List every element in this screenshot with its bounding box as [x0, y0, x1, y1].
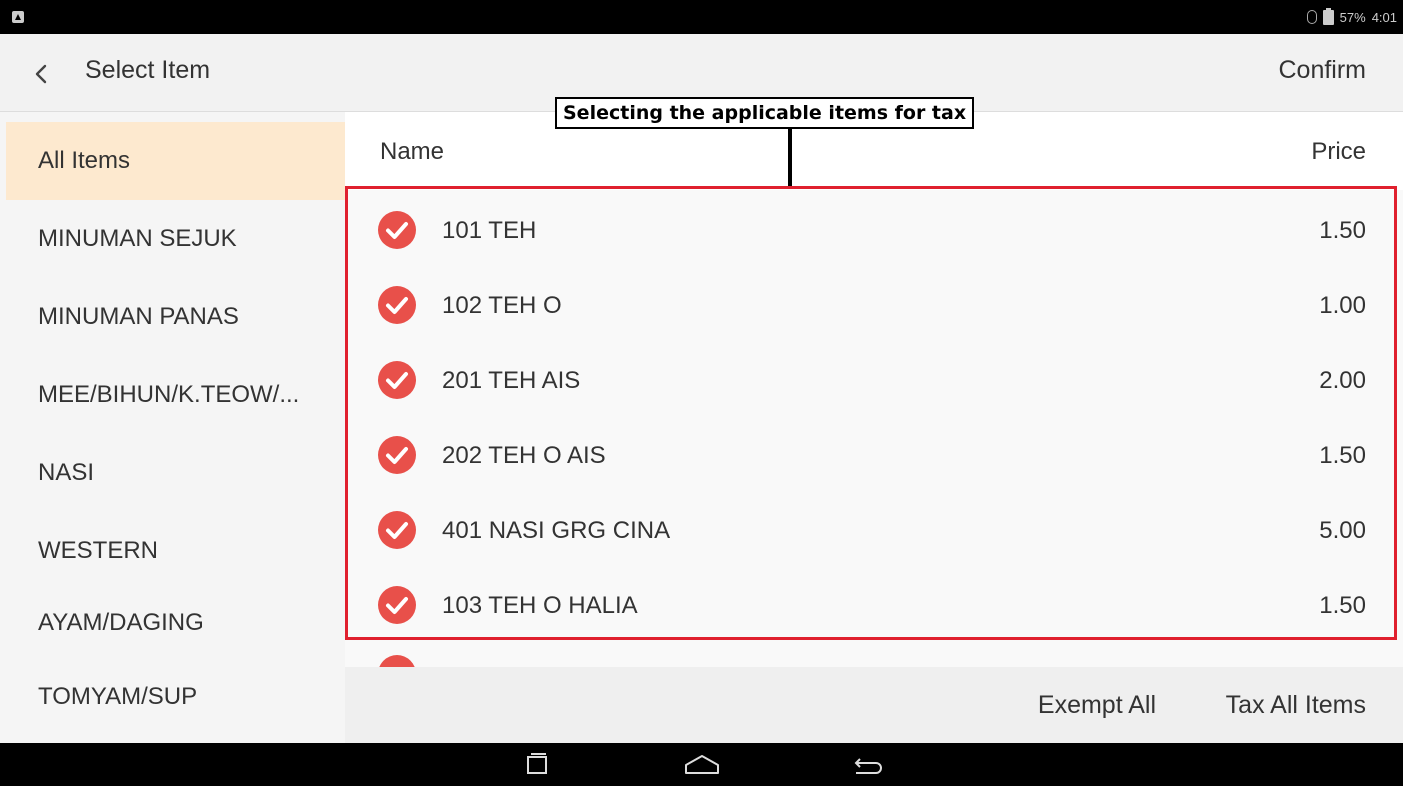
notification-icon	[12, 11, 24, 23]
battery-percent: 57%	[1339, 9, 1366, 25]
list-item[interactable]: 202 TEH O AIS 1.50	[345, 420, 1403, 495]
back-chevron-icon[interactable]	[30, 63, 52, 85]
checked-circle-icon[interactable]	[378, 286, 416, 324]
confirm-button[interactable]: Confirm	[1278, 56, 1366, 85]
sidebar-item-mee-bihun[interactable]: MEE/BIHUN/K.TEOW/...	[0, 356, 345, 434]
back-nav-icon[interactable]	[846, 751, 886, 779]
name-column-header: Name	[380, 138, 445, 165]
item-name: 401 NASI GRG CINA	[442, 517, 671, 544]
item-list[interactable]: 101 TEH 1.50 102 TEH O 1.00 201 TEH AIS …	[345, 190, 1403, 667]
list-item[interactable]: 102 TEH O 1.00	[345, 270, 1403, 345]
sidebar-item-nasi[interactable]: NASI	[0, 434, 345, 512]
item-name: 201 TEH AIS	[442, 367, 581, 394]
sidebar-item-minuman-sejuk[interactable]: MINUMAN SEJUK	[0, 200, 345, 278]
checked-circle-icon[interactable]	[378, 655, 416, 667]
bluetooth-icon	[1306, 10, 1317, 24]
sidebar-item-ayam-daging[interactable]: AYAM/DAGING	[0, 584, 345, 662]
item-price: 1.50	[1319, 217, 1366, 244]
recent-apps-icon[interactable]	[517, 751, 557, 779]
exempt-all-button[interactable]: Exempt All	[1038, 691, 1156, 720]
checked-circle-icon[interactable]	[378, 211, 416, 249]
item-price: 1.50	[1319, 592, 1366, 619]
bulk-action-bar: Exempt All Tax All Items	[345, 667, 1403, 743]
status-right: 57% 4:01	[1306, 7, 1397, 26]
checked-circle-icon[interactable]	[378, 586, 416, 624]
navigation-bar	[0, 743, 1403, 786]
checked-circle-icon[interactable]	[378, 436, 416, 474]
sidebar-item-tomyam-sup[interactable]: TOMYAM/SUP	[0, 658, 345, 736]
clock: 4:01	[1371, 9, 1397, 25]
sidebar-item-minuman-panas[interactable]: MINUMAN PANAS	[0, 278, 345, 356]
item-name: 202 TEH O AIS	[442, 442, 606, 469]
sidebar-item-western[interactable]: WESTERN	[0, 512, 345, 590]
item-price: 2.00	[1319, 367, 1366, 394]
item-panel: Name Price 101 TEH 1.50 102 TEH O 1.00 2…	[345, 112, 1403, 743]
checked-circle-icon[interactable]	[378, 361, 416, 399]
page-title: Select Item	[85, 56, 211, 84]
list-item[interactable]: 401 NASI GRG CINA 5.00	[345, 495, 1403, 570]
item-price: 1.50	[1319, 442, 1366, 469]
home-icon[interactable]	[682, 751, 722, 779]
tax-all-items-button[interactable]: Tax All Items	[1226, 691, 1366, 720]
category-sidebar: All Items MINUMAN SEJUK MINUMAN PANAS ME…	[0, 112, 345, 743]
item-price: 5.00	[1319, 517, 1366, 544]
battery-icon	[1322, 7, 1334, 25]
list-item[interactable]: 101 TEH 1.50	[345, 195, 1403, 270]
item-price: 1.00	[1319, 292, 1366, 319]
list-item[interactable]: 201 TEH AIS 2.00	[345, 345, 1403, 420]
item-name: 103 TEH O HALIA	[442, 592, 638, 619]
item-name: 102 TEH O	[442, 292, 562, 319]
annotation-label: Selecting the applicable items for tax	[555, 97, 975, 129]
status-bar: 57% 4:01	[0, 0, 1403, 34]
item-name: 101 TEH	[442, 217, 537, 244]
sidebar-item-all-items[interactable]: All Items	[6, 122, 345, 200]
annotation-pointer-line	[788, 129, 792, 186]
checked-circle-icon[interactable]	[378, 511, 416, 549]
list-item[interactable]: 103 TEH O HALIA 1.50	[345, 570, 1403, 645]
price-column-header: Price	[1311, 138, 1366, 165]
